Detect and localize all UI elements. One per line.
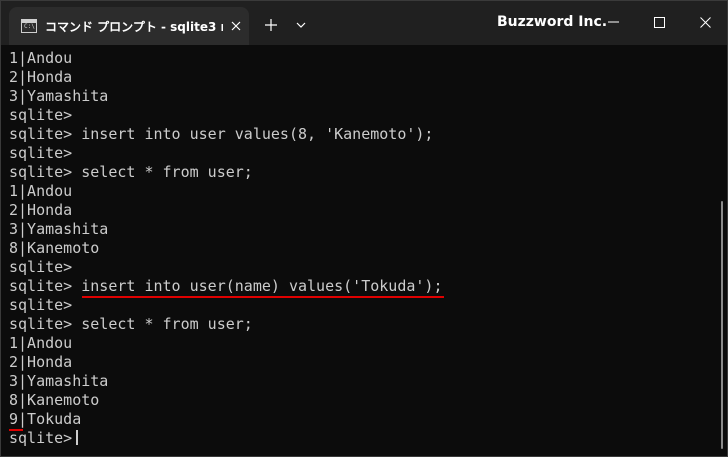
terminal-line: 2|Honda [9,201,73,219]
window-close-icon[interactable] [687,7,723,37]
text-cursor [76,430,79,445]
minimize-icon[interactable] [595,7,631,37]
terminal-line: sqlite> insert into user(name) values('T… [9,277,443,295]
chevron-down-icon[interactable] [291,15,311,35]
terminal-line: 8|Kanemoto [9,239,100,257]
scrollbar[interactable] [721,201,723,449]
highlight-underline [9,429,23,431]
terminal-line: sqlite> [9,258,73,276]
maximize-icon[interactable] [641,7,677,37]
tab-title: コマンド プロンプト - sqlite3 note. [45,19,223,34]
terminal-output[interactable]: 1|Andou 2|Honda 3|Yamashita sqlite> sqli… [9,49,709,449]
title-bar[interactable]: C:\ コマンド プロンプト - sqlite3 note. Buzzword … [1,1,727,45]
terminal-line: 9|Tokuda [9,410,82,428]
terminal-line: sqlite> insert into user values(8, 'Kane… [9,125,434,143]
close-icon[interactable] [225,15,247,37]
terminal-line: sqlite> select * from user; [9,315,253,333]
terminal-line: 3|Yamashita [9,372,109,390]
highlight-underline [82,296,444,298]
terminal-line: 1|Andou [9,334,73,352]
terminal-line: sqlite> [9,144,73,162]
terminal-line: 1|Andou [9,182,73,200]
plus-icon[interactable] [261,15,281,35]
terminal-line: 3|Yamashita [9,220,109,238]
tab-command-prompt[interactable]: C:\ コマンド プロンプト - sqlite3 note. [9,7,249,45]
terminal-icon: C:\ [21,19,37,33]
terminal-line: 2|Honda [9,68,73,86]
terminal-window: C:\ コマンド プロンプト - sqlite3 note. Buzzword … [0,0,728,457]
terminal-prompt-line: sqlite> [9,429,709,448]
terminal-line: 2|Honda [9,353,73,371]
terminal-line: sqlite> [9,296,73,314]
prompt-text: sqlite> [9,429,73,447]
terminal-line: 8|Kanemoto [9,391,100,409]
terminal-line: 3|Yamashita [9,87,109,105]
terminal-line: sqlite> [9,106,73,124]
brand-label: Buzzword Inc. [497,14,608,30]
terminal-line: 1|Andou [9,49,73,67]
terminal-line: sqlite> select * from user; [9,163,253,181]
